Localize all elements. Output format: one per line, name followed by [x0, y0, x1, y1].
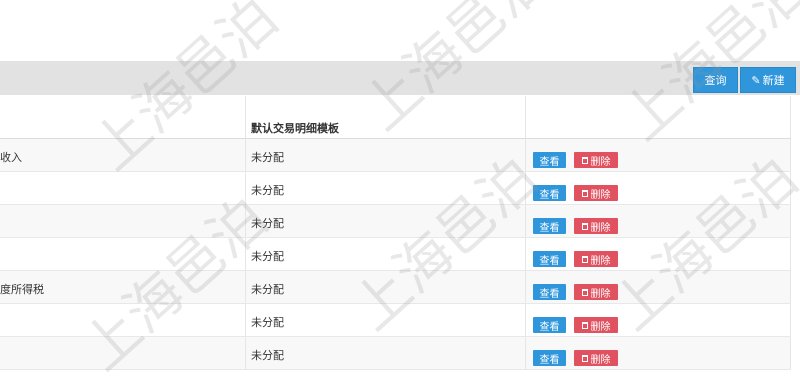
view-button[interactable]: 查看 — [533, 317, 566, 333]
delete-label: 删除 — [590, 222, 611, 234]
column-divider — [790, 205, 791, 237]
column-divider — [790, 139, 791, 171]
column-divider — [525, 96, 526, 138]
column-divider — [525, 172, 526, 204]
table-row: 未分配 查看 删除 — [0, 205, 791, 238]
table-row: 度所得税 未分配 查看 删除 — [0, 271, 791, 304]
delete-button[interactable]: 删除 — [574, 350, 618, 366]
view-button[interactable]: 查看 — [533, 350, 566, 366]
row-actions: 查看 删除 — [533, 152, 618, 168]
column-divider — [245, 172, 246, 204]
row-template: 未分配 — [251, 184, 284, 197]
trash-icon — [581, 255, 588, 263]
column-divider — [790, 337, 791, 369]
row-actions: 查看 删除 — [533, 284, 618, 300]
table-row: 未分配 查看 删除 — [0, 337, 791, 370]
column-divider — [245, 271, 246, 303]
column-divider — [790, 238, 791, 270]
row-template: 未分配 — [251, 151, 284, 164]
row-actions: 查看 删除 — [533, 251, 618, 267]
row-name: 收入 — [0, 151, 22, 164]
column-divider — [245, 304, 246, 336]
row-actions: 查看 删除 — [533, 185, 618, 201]
view-button[interactable]: 查看 — [533, 152, 566, 168]
view-button[interactable]: 查看 — [533, 284, 566, 300]
view-button[interactable]: 查看 — [533, 251, 566, 267]
new-button-label: 新建 — [762, 74, 785, 87]
row-template: 未分配 — [251, 250, 284, 263]
trash-icon — [581, 156, 588, 164]
view-button[interactable]: 查看 — [533, 218, 566, 234]
header-template: 默认交易明细模板 — [251, 122, 339, 135]
row-template: 未分配 — [251, 283, 284, 296]
column-divider — [790, 172, 791, 204]
column-divider — [245, 238, 246, 270]
delete-label: 删除 — [590, 321, 611, 333]
column-divider — [790, 304, 791, 336]
delete-button[interactable]: 删除 — [574, 152, 618, 168]
row-template: 未分配 — [251, 316, 284, 329]
query-button[interactable]: 查询 — [693, 67, 738, 93]
column-divider — [790, 96, 791, 138]
delete-button[interactable]: 删除 — [574, 185, 618, 201]
delete-button[interactable]: 删除 — [574, 284, 618, 300]
trash-icon — [581, 354, 588, 362]
column-divider — [245, 139, 246, 171]
column-divider — [525, 139, 526, 171]
delete-label: 删除 — [590, 255, 611, 267]
table-row: 未分配 查看 删除 — [0, 238, 791, 271]
column-divider — [790, 271, 791, 303]
delete-label: 删除 — [590, 189, 611, 201]
row-name: 度所得税 — [0, 283, 44, 296]
view-button[interactable]: 查看 — [533, 185, 566, 201]
row-actions: 查看 删除 — [533, 350, 618, 366]
column-divider — [525, 205, 526, 237]
column-divider — [245, 205, 246, 237]
toolbar: 查询 ✎ 新建 — [0, 61, 800, 95]
row-actions: 查看 删除 — [533, 317, 618, 333]
delete-label: 删除 — [590, 156, 611, 168]
column-divider — [525, 238, 526, 270]
data-table: 默认交易明细模板 收入 未分配 查看 删除 未分配 查看 删除 未分配 查看 删除 未分配 查看 删除度… — [0, 96, 791, 370]
trash-icon — [581, 321, 588, 329]
delete-button[interactable]: 删除 — [574, 317, 618, 333]
row-template: 未分配 — [251, 349, 284, 362]
column-divider — [525, 337, 526, 369]
delete-button[interactable]: 删除 — [574, 218, 618, 234]
row-actions: 查看 删除 — [533, 218, 618, 234]
delete-button[interactable]: 删除 — [574, 251, 618, 267]
delete-label: 删除 — [590, 288, 611, 300]
trash-icon — [581, 288, 588, 296]
delete-label: 删除 — [590, 354, 611, 366]
column-divider — [525, 304, 526, 336]
trash-icon — [581, 222, 588, 230]
table-row: 未分配 查看 删除 — [0, 172, 791, 205]
column-divider — [245, 337, 246, 369]
column-divider — [245, 96, 246, 138]
table-row: 未分配 查看 删除 — [0, 304, 791, 337]
column-divider — [525, 271, 526, 303]
new-button[interactable]: ✎ 新建 — [740, 67, 796, 93]
pencil-icon: ✎ — [751, 73, 761, 87]
table-row: 收入 未分配 查看 删除 — [0, 139, 791, 172]
table-header: 默认交易明细模板 — [0, 96, 791, 139]
row-template: 未分配 — [251, 217, 284, 230]
trash-icon — [581, 189, 588, 197]
